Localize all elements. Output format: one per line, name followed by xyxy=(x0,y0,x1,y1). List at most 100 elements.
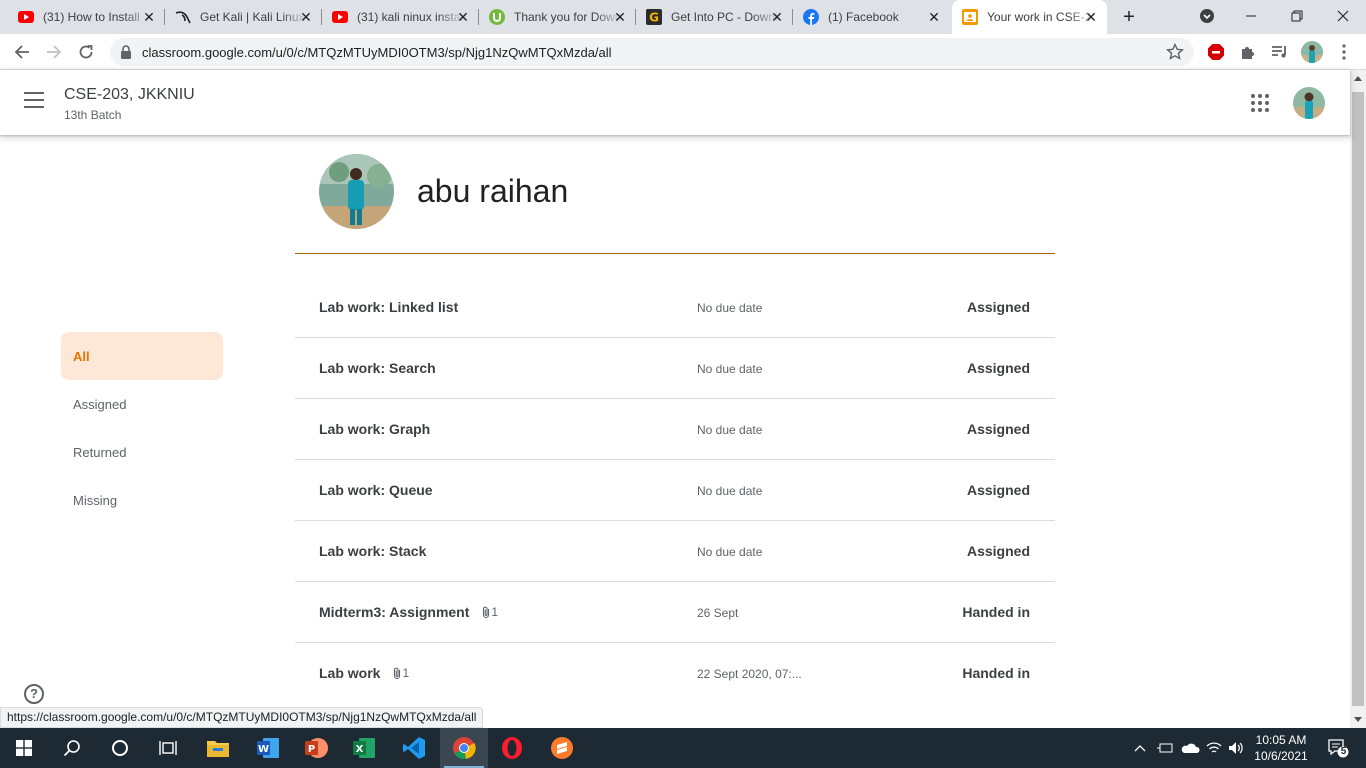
work-title[interactable]: Lab work: Graph xyxy=(319,421,430,437)
sublime-button[interactable] xyxy=(538,728,586,768)
file-explorer-icon xyxy=(207,741,229,757)
browser-tab-2[interactable]: Get Kali | Kali Linux ✕ xyxy=(165,0,322,34)
restore-button[interactable] xyxy=(1274,0,1320,32)
filter-missing[interactable]: Missing xyxy=(61,476,223,524)
media-control-button[interactable] xyxy=(1268,40,1292,64)
scrollbar-thumb[interactable] xyxy=(1352,92,1364,706)
svg-text:G: G xyxy=(649,11,659,25)
taskbar-clock[interactable]: 10:05 AM 10/6/2021 xyxy=(1248,732,1314,764)
google-apps-icon[interactable] xyxy=(1251,94,1269,112)
avatar xyxy=(1301,41,1323,63)
work-title[interactable]: Lab work: Stack xyxy=(319,543,426,559)
show-hidden-icons[interactable] xyxy=(1130,728,1150,768)
new-tab-button[interactable]: + xyxy=(1118,6,1140,28)
work-title[interactable]: Midterm3: Assignment xyxy=(319,604,469,620)
puzzle-icon xyxy=(1242,47,1254,59)
forward-button[interactable] xyxy=(42,40,66,64)
work-item[interactable]: Lab work: Linked list No due date Assign… xyxy=(295,277,1055,338)
back-button[interactable] xyxy=(10,40,34,64)
work-title-wrap[interactable]: Midterm3: Assignment 1 xyxy=(319,604,498,620)
vscode-button[interactable] xyxy=(390,728,438,768)
work-title[interactable]: Lab work: Linked list xyxy=(319,299,458,315)
browser-tab-active[interactable]: Your work in CSE-203 ✕ xyxy=(952,0,1107,34)
close-tab-icon[interactable]: ✕ xyxy=(455,9,471,25)
excel-button[interactable]: X xyxy=(340,728,388,768)
profile-button[interactable] xyxy=(1300,40,1324,64)
main-menu-icon[interactable] xyxy=(24,92,46,112)
close-tab-icon[interactable]: ✕ xyxy=(769,9,785,25)
scroll-down-icon[interactable] xyxy=(1354,717,1362,722)
work-item[interactable]: Lab work 1 22 Sept 2020, 07:... Handed i… xyxy=(295,643,1055,704)
work-item[interactable]: Lab work: Search No due date Assigned xyxy=(295,338,1055,399)
lock-icon[interactable] xyxy=(120,45,132,59)
usb-tray-icon[interactable] xyxy=(1154,728,1176,768)
close-tab-icon[interactable]: ✕ xyxy=(298,9,314,25)
main-content: abu raihan All Assigned Returned Missing… xyxy=(0,135,1350,728)
tab-search-button[interactable] xyxy=(1184,0,1230,32)
chrome-icon xyxy=(453,737,476,760)
browser-tab-1[interactable]: (31) How to Install ✕ xyxy=(8,0,165,34)
work-status: Assigned xyxy=(966,421,1030,437)
address-bar[interactable]: classroom.google.com/u/0/c/MTQzMTUyMDI0O… xyxy=(110,38,1194,66)
close-window-button[interactable] xyxy=(1320,0,1366,32)
work-item[interactable]: Lab work: Graph No due date Assigned xyxy=(295,399,1055,460)
powerpoint-button[interactable]: P xyxy=(292,728,340,768)
work-due-date: No due date xyxy=(697,545,763,559)
chrome-menu-button[interactable] xyxy=(1332,40,1356,64)
account-avatar[interactable] xyxy=(1293,87,1325,119)
help-icon[interactable]: ? xyxy=(24,684,44,704)
browser-tab-5[interactable]: G Get Into PC - Download ✕ xyxy=(636,0,793,34)
scroll-up-icon[interactable] xyxy=(1354,76,1362,81)
close-tab-icon[interactable]: ✕ xyxy=(141,9,157,25)
browser-tab-3[interactable]: (31) kali ninux install ✕ xyxy=(322,0,479,34)
work-item[interactable]: Midterm3: Assignment 1 26 Sept Handed in xyxy=(295,582,1055,643)
work-due-date: No due date xyxy=(697,484,763,498)
word-icon: W xyxy=(257,738,279,758)
close-tab-icon[interactable]: ✕ xyxy=(1083,9,1099,25)
notification-count: 5 xyxy=(1340,746,1347,757)
opera-extension-button[interactable] xyxy=(1204,40,1228,64)
work-status: Handed in xyxy=(962,665,1030,681)
minimize-button[interactable] xyxy=(1228,0,1274,32)
work-title[interactable]: Lab work xyxy=(319,665,380,681)
work-title-wrap[interactable]: Lab work 1 xyxy=(319,665,409,681)
page-scrollbar[interactable] xyxy=(1350,70,1366,728)
work-status: Assigned xyxy=(966,482,1030,498)
class-title[interactable]: CSE-203, JKKNIU xyxy=(64,86,195,104)
word-button[interactable]: W xyxy=(244,728,292,768)
task-view-button[interactable] xyxy=(144,728,192,768)
browser-tab-6[interactable]: (1) Facebook ✕ xyxy=(793,0,950,34)
filter-all[interactable]: All xyxy=(61,332,223,380)
address-url[interactable]: classroom.google.com/u/0/c/MTQzMTUyMDI0O… xyxy=(142,45,612,60)
reload-button[interactable] xyxy=(74,40,98,64)
chevron-up-icon xyxy=(1134,745,1146,752)
cortana-button[interactable] xyxy=(96,728,144,768)
close-tab-icon[interactable]: ✕ xyxy=(612,9,628,25)
volume-icon[interactable] xyxy=(1226,728,1246,768)
more-vert-icon xyxy=(1342,44,1346,60)
work-due-date: 26 Sept xyxy=(697,606,739,620)
taskbar-search-button[interactable] xyxy=(48,728,96,768)
extensions-button[interactable] xyxy=(1236,40,1260,64)
onedrive-icon[interactable] xyxy=(1178,728,1202,768)
work-item[interactable]: Lab work: Queue No due date Assigned xyxy=(295,460,1055,521)
close-tab-icon[interactable]: ✕ xyxy=(926,9,942,25)
bookmark-star-icon[interactable] xyxy=(1166,43,1184,61)
chrome-button[interactable] xyxy=(440,728,488,768)
attachment-count: 1 xyxy=(481,605,498,619)
tab-title: (1) Facebook xyxy=(828,10,899,24)
tab-title: Thank you for Downloading xyxy=(514,10,622,24)
work-title[interactable]: Lab work: Search xyxy=(319,360,436,376)
filter-assigned[interactable]: Assigned xyxy=(61,380,223,428)
action-center-button[interactable]: 5 xyxy=(1318,728,1358,768)
browser-tab-4[interactable]: Thank you for Downloading ✕ xyxy=(479,0,636,34)
wifi-icon[interactable] xyxy=(1204,728,1224,768)
work-title[interactable]: Lab work: Queue xyxy=(319,482,433,498)
opera-button[interactable] xyxy=(488,728,536,768)
start-button[interactable] xyxy=(0,728,48,768)
browser-toolbar: classroom.google.com/u/0/c/MTQzMTUyMDI0O… xyxy=(0,34,1366,70)
file-explorer-button[interactable] xyxy=(194,728,242,768)
windows-taskbar: W P X 10:05 AM 10/6/2021 5 xyxy=(0,728,1366,768)
filter-returned[interactable]: Returned xyxy=(61,428,223,476)
work-item[interactable]: Lab work: Stack No due date Assigned xyxy=(295,521,1055,582)
